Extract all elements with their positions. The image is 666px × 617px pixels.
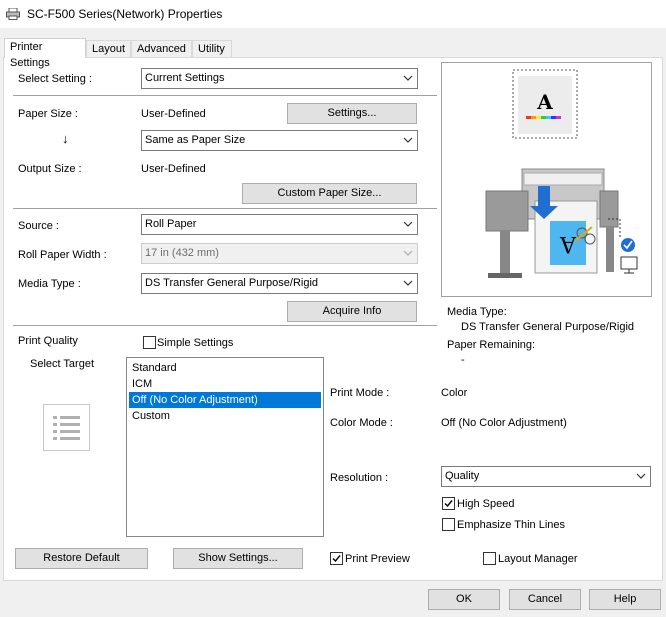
source-value: Roll Paper <box>145 218 197 230</box>
color-mode-label: Color Mode : <box>330 417 393 429</box>
chevron-down-icon <box>403 137 413 143</box>
print-preview-label: Print Preview <box>345 553 410 565</box>
select-setting-value: Current Settings <box>145 72 225 84</box>
target-option-off[interactable]: Off (No Color Adjustment) <box>129 392 321 408</box>
preview-media-type-value: DS Transfer General Purpose/Rigid <box>461 321 635 333</box>
chevron-down-icon <box>403 250 413 256</box>
printer-icon <box>6 8 20 20</box>
paper-preview-icon: A <box>512 69 578 139</box>
layout-manager-checkbox[interactable] <box>483 552 496 565</box>
restore-default-button[interactable]: Restore Default <box>15 548 148 569</box>
chevron-down-icon <box>403 280 413 286</box>
tab-printer-settings[interactable]: Printer Settings <box>4 38 86 69</box>
simple-settings-label: Simple Settings <box>157 337 234 349</box>
custom-paper-size-button[interactable]: Custom Paper Size... <box>242 183 417 204</box>
resolution-value: Quality <box>445 470 480 482</box>
print-mode-label: Print Mode : <box>330 387 390 399</box>
simple-settings-checkbox[interactable] <box>143 336 156 349</box>
window-title: SC-F500 Series(Network) Properties <box>27 7 223 21</box>
source-label: Source : <box>18 220 59 232</box>
tab-utility[interactable]: Utility <box>192 40 232 57</box>
list-settings-icon <box>43 404 90 451</box>
printer-illustration-icon: A <box>485 168 638 278</box>
paper-size-label: Paper Size : <box>18 108 78 120</box>
resolution-combo[interactable]: Quality <box>441 466 651 487</box>
divider <box>13 325 437 326</box>
emphasize-thin-lines-checkbox[interactable] <box>442 518 455 531</box>
media-type-value: DS Transfer General Purpose/Rigid <box>145 277 319 289</box>
resolution-label: Resolution : <box>330 472 389 484</box>
cancel-button[interactable]: Cancel <box>509 589 581 610</box>
roll-paper-width-label: Roll Paper Width : <box>18 249 107 261</box>
tab-strip: Printer Settings Layout Advanced Utility <box>0 38 666 69</box>
output-size-label: Output Size : <box>18 163 82 175</box>
title-bar: SC-F500 Series(Network) Properties <box>0 0 666 28</box>
color-mode-value: Off (No Color Adjustment) <box>441 417 567 429</box>
acquire-info-button[interactable]: Acquire Info <box>287 301 417 322</box>
roll-paper-width-value: 17 in (432 mm) <box>145 247 219 259</box>
select-setting-label: Select Setting : <box>18 73 92 85</box>
preview-media-type-label: Media Type: <box>447 306 507 318</box>
print-mode-value: Color <box>441 387 468 399</box>
layout-manager-label: Layout Manager <box>498 553 578 565</box>
paper-preview-glyph: A <box>536 90 553 114</box>
media-type-label: Media Type : <box>18 278 81 290</box>
chevron-down-icon <box>636 473 646 479</box>
divider <box>13 95 437 96</box>
checkmark-icon <box>332 555 341 563</box>
tab-advanced[interactable]: Advanced <box>131 40 192 57</box>
print-preview-checkbox[interactable] <box>330 552 343 565</box>
target-option-icm[interactable]: ICM <box>129 376 321 392</box>
divider <box>13 208 437 209</box>
help-button[interactable]: Help <box>589 589 661 610</box>
high-speed-label: High Speed <box>457 498 515 510</box>
source-combo[interactable]: Roll Paper <box>141 214 418 235</box>
paper-remaining-value: - <box>461 354 465 366</box>
target-option-custom[interactable]: Custom <box>129 408 321 424</box>
emphasize-thin-lines-label: Emphasize Thin Lines <box>457 519 566 531</box>
down-arrow-icon: ↓ <box>62 131 69 146</box>
paper-size-settings-button[interactable]: Settings... <box>287 103 417 124</box>
print-quality-label: Print Quality <box>18 335 78 347</box>
roll-paper-width-combo: 17 in (432 mm) <box>141 243 418 264</box>
output-size-value: User-Defined <box>141 163 206 175</box>
paper-size-value: User-Defined <box>141 108 206 120</box>
output-size-combo[interactable]: Same as Paper Size <box>141 130 418 151</box>
tab-layout[interactable]: Layout <box>86 40 131 57</box>
chevron-down-icon <box>403 75 413 81</box>
ok-button[interactable]: OK <box>428 589 500 610</box>
output-size-combo-value: Same as Paper Size <box>145 134 246 146</box>
select-setting-combo[interactable]: Current Settings <box>141 68 418 89</box>
show-settings-button[interactable]: Show Settings... <box>173 548 303 569</box>
target-option-standard[interactable]: Standard <box>129 360 321 376</box>
checkmark-icon <box>444 500 453 508</box>
svg-text:A: A <box>559 231 577 256</box>
printer-preview-panel: A A Media Type: <box>441 62 652 297</box>
high-speed-checkbox[interactable] <box>442 497 455 510</box>
media-type-combo[interactable]: DS Transfer General Purpose/Rigid <box>141 273 418 294</box>
select-target-listbox[interactable]: Standard ICM Off (No Color Adjustment) C… <box>126 357 324 537</box>
select-target-label: Select Target <box>30 358 95 370</box>
chevron-down-icon <box>403 221 413 227</box>
paper-remaining-label: Paper Remaining: <box>447 339 536 351</box>
